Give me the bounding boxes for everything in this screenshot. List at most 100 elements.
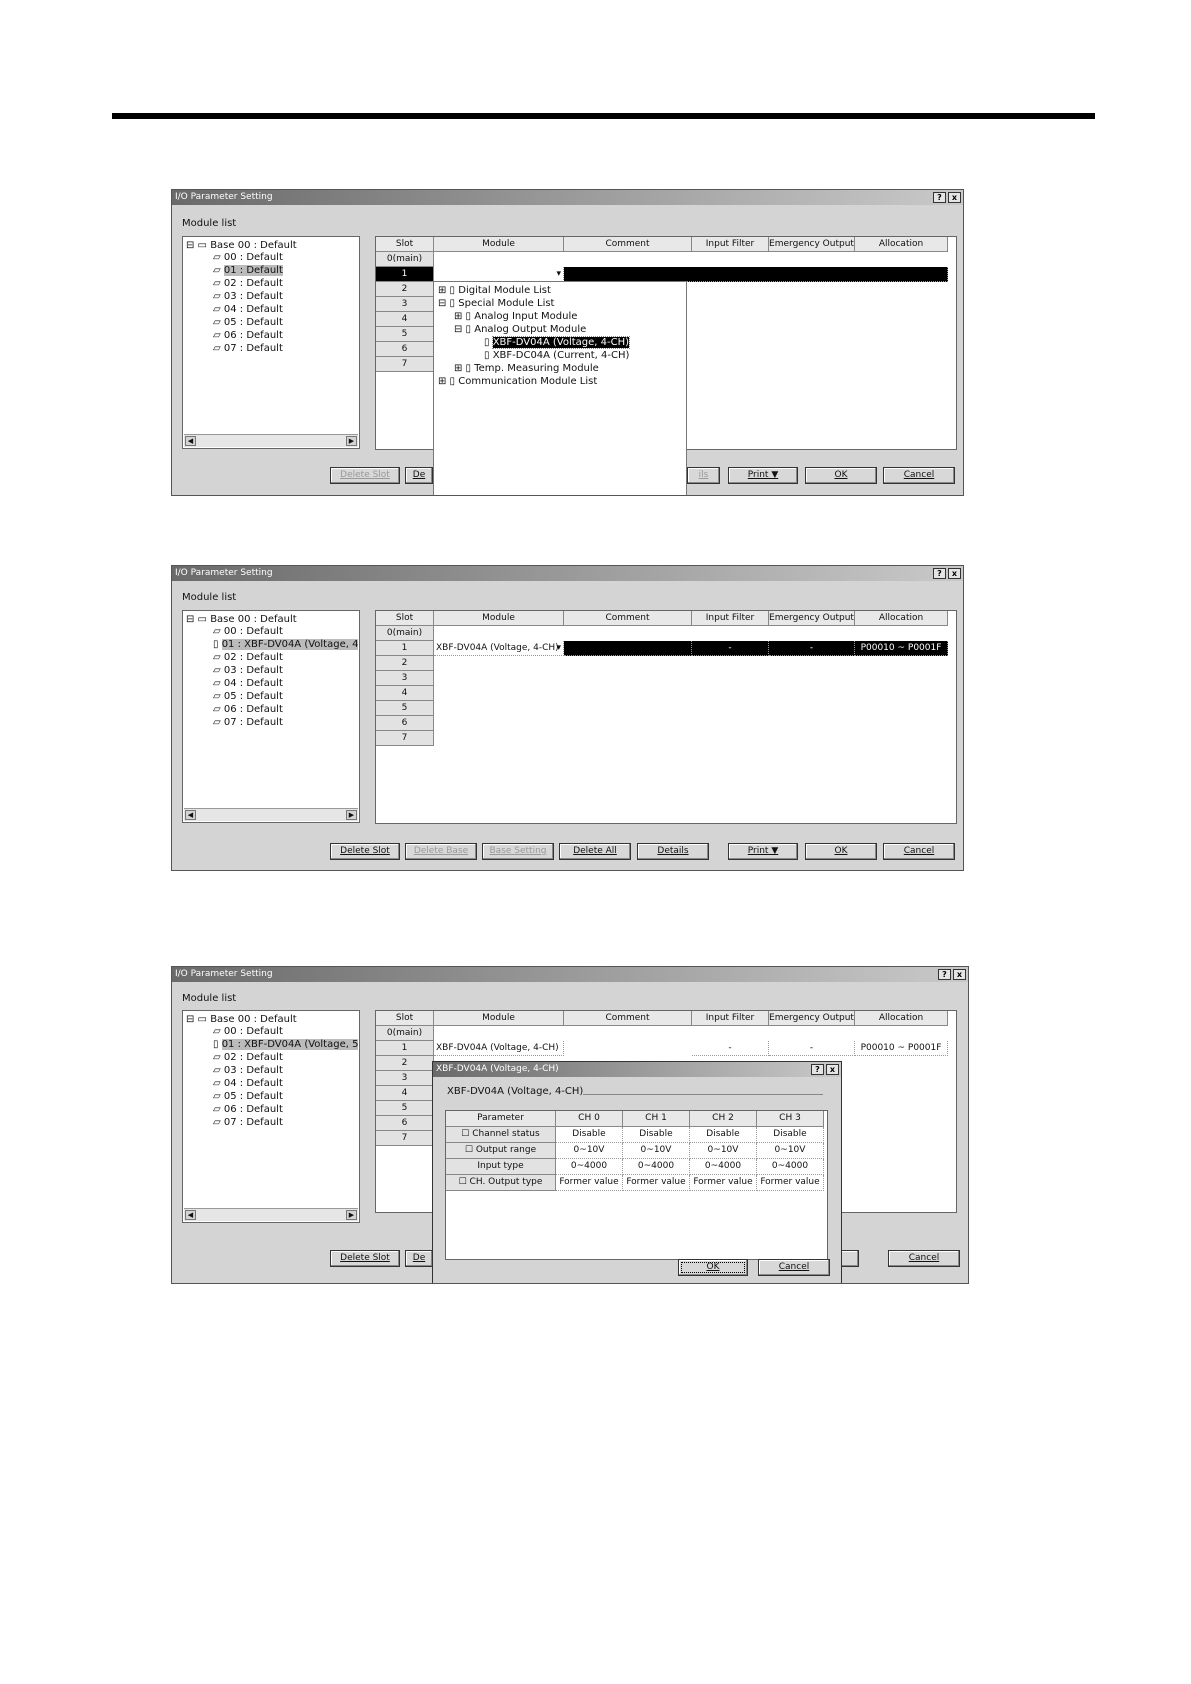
tree-node-slot-5[interactable]: ▱ 05 : Default xyxy=(213,317,283,329)
param-value[interactable]: 0~10V xyxy=(690,1143,757,1159)
print-button[interactable]: Print ▼ xyxy=(728,843,798,860)
slot-cell[interactable]: 1 xyxy=(376,267,434,282)
tree-node-slot-3[interactable]: ▱ 03 : Default xyxy=(213,1065,283,1077)
scroll-right-icon[interactable]: ▶ xyxy=(346,1210,357,1220)
slot-cell[interactable]: 6 xyxy=(376,1116,434,1131)
dropdown-item[interactable]: ⊟ ▯ Analog Output Module xyxy=(454,324,586,336)
slot-cell[interactable]: 5 xyxy=(376,1101,434,1116)
dropdown-item[interactable]: ▯ XBF-DC04A (Current, 4-CH) xyxy=(484,350,629,362)
cancel-button[interactable]: Cancel xyxy=(883,843,955,860)
ok-button[interactable]: OK xyxy=(805,467,877,484)
chevron-down-icon[interactable]: ▾ xyxy=(556,269,561,279)
tree-node-slot-6[interactable]: ▱ 06 : Default xyxy=(213,704,283,716)
horizontal-scrollbar[interactable]: ◀ ▶ xyxy=(184,1208,358,1221)
dropdown-item[interactable]: ⊞ ▯ Communication Module List xyxy=(438,376,597,388)
param-value[interactable]: Disable xyxy=(556,1127,623,1143)
cancel-button[interactable]: Cancel xyxy=(888,1250,960,1267)
module-tree[interactable]: ⊟ ▭ Base 00 : Default ▱ 00 : Default ▯ 0… xyxy=(182,610,360,823)
slot-cell[interactable]: 4 xyxy=(376,686,434,701)
print-button[interactable]: Print ▼ xyxy=(728,467,798,484)
tree-node-slot-3[interactable]: ▱ 03 : Default xyxy=(213,665,283,677)
help-button[interactable]: ? xyxy=(811,1064,824,1075)
help-button[interactable]: ? xyxy=(938,969,951,980)
module-combo[interactable]: XBF-DV04A (Voltage, 4-CH) ▾ xyxy=(434,641,564,656)
param-value[interactable]: Disable xyxy=(623,1127,690,1143)
tree-node-slot-1[interactable]: ▱ 01 : Default xyxy=(213,265,283,277)
emergency-cell[interactable]: - xyxy=(769,1041,855,1056)
param-value[interactable]: 0~4000 xyxy=(623,1159,690,1175)
tree-node-base[interactable]: ⊟ ▭ Base 00 : Default xyxy=(186,1014,297,1026)
param-value[interactable]: 0~10V xyxy=(556,1143,623,1159)
delete-slot-button[interactable]: Delete Slot xyxy=(330,1250,400,1267)
close-button[interactable]: x xyxy=(826,1064,839,1075)
horizontal-scrollbar[interactable]: ◀ ▶ xyxy=(184,808,358,821)
delete-all-button[interactable]: Delete All xyxy=(559,843,631,860)
tree-node-slot-0[interactable]: ▱ 00 : Default xyxy=(213,626,283,638)
tree-node-slot-0[interactable]: ▱ 00 : Default xyxy=(213,1026,283,1038)
tree-node-slot-1[interactable]: ▯ 01 : XBF-DV04A (Voltage, 5 xyxy=(213,1039,359,1051)
sub-cancel-button[interactable]: Cancel xyxy=(758,1259,830,1276)
slot-cell[interactable]: 2 xyxy=(376,282,434,297)
tree-node-slot-5[interactable]: ▱ 05 : Default xyxy=(213,691,283,703)
emergency-cell[interactable]: - xyxy=(769,641,855,656)
tree-node-slot-4[interactable]: ▱ 04 : Default xyxy=(213,678,283,690)
module-dropdown-list[interactable]: ⊞ ▯ Digital Module List ⊟ ▯ Special Modu… xyxy=(433,281,687,495)
slot-cell[interactable]: 1 xyxy=(376,641,434,656)
tree-node-slot-4[interactable]: ▱ 04 : Default xyxy=(213,304,283,316)
slot-cell[interactable]: 6 xyxy=(376,716,434,731)
ch-output-type-checkbox[interactable]: ☐ xyxy=(459,1177,467,1187)
dropdown-item[interactable]: ⊞ ▯ Temp. Measuring Module xyxy=(454,363,599,375)
delete-slot-button[interactable]: Delete Slot xyxy=(330,467,400,484)
slot-cell[interactable]: 0(main) xyxy=(376,626,434,641)
close-button[interactable]: x xyxy=(948,568,961,579)
slot-cell[interactable]: 3 xyxy=(376,1071,434,1086)
close-button[interactable]: x xyxy=(953,969,966,980)
input-filter-cell[interactable]: - xyxy=(692,1041,769,1056)
ok-button[interactable]: OK xyxy=(805,843,877,860)
tree-node-slot-6[interactable]: ▱ 06 : Default xyxy=(213,330,283,342)
tree-node-base[interactable]: ⊟ ▭ Base 00 : Default xyxy=(186,614,297,626)
comment-cell[interactable] xyxy=(564,641,692,656)
tree-node-slot-2[interactable]: ▱ 02 : Default xyxy=(213,1052,283,1064)
slot-cell[interactable]: 2 xyxy=(376,1056,434,1071)
input-filter-cell[interactable]: - xyxy=(692,641,769,656)
dropdown-item[interactable]: ⊞ ▯ Analog Input Module xyxy=(454,311,577,323)
tree-node-slot-2[interactable]: ▱ 02 : Default xyxy=(213,278,283,290)
help-button[interactable]: ? xyxy=(933,568,946,579)
horizontal-scrollbar[interactable]: ◀ ▶ xyxy=(184,434,358,447)
param-value[interactable]: Former value xyxy=(757,1175,824,1191)
dropdown-item[interactable]: ⊟ ▯ Special Module List xyxy=(438,298,554,310)
scroll-left-icon[interactable]: ◀ xyxy=(185,810,196,820)
help-button[interactable]: ? xyxy=(933,192,946,203)
tree-node-base[interactable]: ⊟ ▭ Base 00 : Default xyxy=(186,240,297,252)
dropdown-item-selected[interactable]: ▯ XBF-DV04A (Voltage, 4-CH) xyxy=(484,336,631,349)
chevron-down-icon[interactable]: ▾ xyxy=(556,641,561,655)
module-cell[interactable]: XBF-DV04A (Voltage, 4-CH) xyxy=(434,1041,564,1056)
close-button[interactable]: x xyxy=(948,192,961,203)
param-value[interactable]: 0~10V xyxy=(623,1143,690,1159)
details-button[interactable]: ils xyxy=(687,467,720,484)
slot-cell[interactable]: 0(main) xyxy=(376,1026,434,1041)
scroll-left-icon[interactable]: ◀ xyxy=(185,1210,196,1220)
tree-node-slot-4[interactable]: ▱ 04 : Default xyxy=(213,1078,283,1090)
slot-cell[interactable]: 6 xyxy=(376,342,434,357)
tree-node-slot-7[interactable]: ▱ 07 : Default xyxy=(213,343,283,355)
delete-base-button[interactable]: De xyxy=(405,1250,433,1267)
output-range-checkbox[interactable]: ☐ xyxy=(465,1145,473,1155)
cancel-button[interactable]: Cancel xyxy=(883,467,955,484)
tree-node-slot-1[interactable]: ▯ 01 : XBF-DV04A (Voltage, 4 xyxy=(213,639,359,651)
module-tree[interactable]: ⊟ ▭ Base 00 : Default ▱ 00 : Default ▯ 0… xyxy=(182,1010,360,1223)
slot-cell[interactable]: 5 xyxy=(376,327,434,342)
param-value[interactable]: Former value xyxy=(623,1175,690,1191)
slot-cell[interactable]: 2 xyxy=(376,656,434,671)
param-value[interactable]: Former value xyxy=(556,1175,623,1191)
tree-node-slot-6[interactable]: ▱ 06 : Default xyxy=(213,1104,283,1116)
slot-cell[interactable]: 7 xyxy=(376,357,434,372)
param-value[interactable]: Former value xyxy=(690,1175,757,1191)
param-value[interactable]: 0~4000 xyxy=(757,1159,824,1175)
dropdown-item[interactable]: ⊞ ▯ Digital Module List xyxy=(438,285,551,297)
tree-node-slot-3[interactable]: ▱ 03 : Default xyxy=(213,291,283,303)
delete-slot-button[interactable]: Delete Slot xyxy=(330,843,400,860)
param-value[interactable]: 0~4000 xyxy=(556,1159,623,1175)
tree-node-slot-5[interactable]: ▱ 05 : Default xyxy=(213,1091,283,1103)
